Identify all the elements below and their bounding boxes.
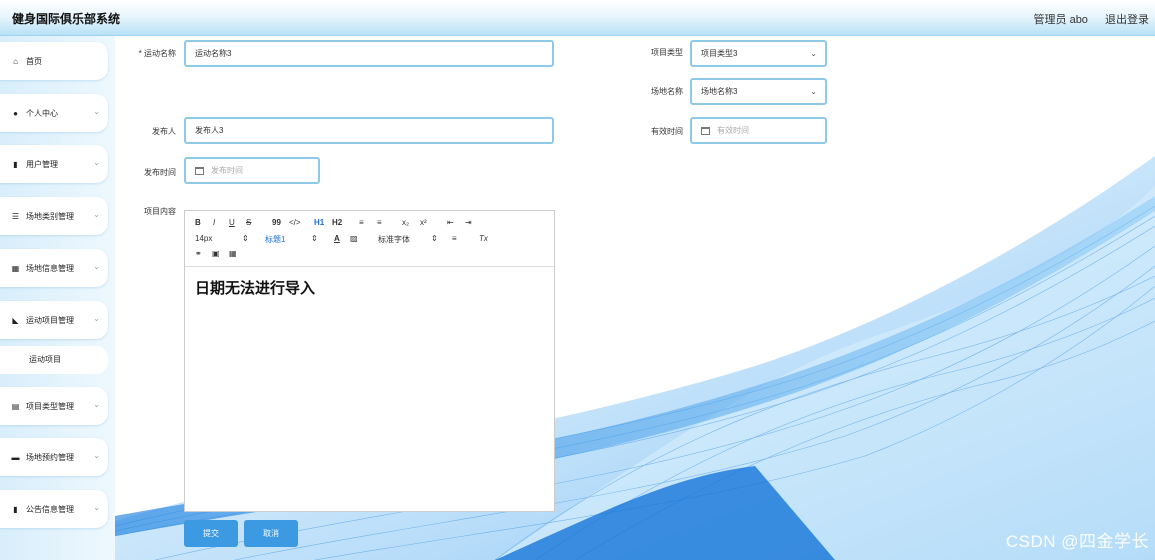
indent-left-button[interactable]: ⇤ bbox=[447, 218, 454, 227]
code-button[interactable]: </> bbox=[289, 218, 301, 227]
publish-time-picker[interactable]: 发布时间 bbox=[184, 157, 320, 184]
app-title: 健身国际俱乐部系统 bbox=[12, 12, 121, 26]
user-icon: ● bbox=[13, 108, 18, 118]
current-user: 管理员 abo bbox=[1033, 14, 1088, 26]
type-label: 项目类型 bbox=[651, 48, 683, 57]
publisher-label: 发布人 bbox=[152, 127, 176, 136]
text-color-button[interactable]: A bbox=[334, 234, 340, 243]
venue-select[interactable]: 场地名称3 ⌄ bbox=[690, 78, 827, 105]
required-mark: * bbox=[138, 49, 142, 58]
bullet-list-button[interactable]: ≡ bbox=[377, 218, 382, 227]
type-select[interactable]: 项目类型3 ⌄ bbox=[690, 40, 827, 67]
sidebar-item-label: 场地类别管理 bbox=[26, 211, 74, 221]
publisher-input[interactable]: 发布人3 bbox=[184, 117, 554, 144]
background-color-button[interactable]: ▨ bbox=[350, 234, 358, 243]
chevron-updown-icon: ⇕ bbox=[242, 234, 249, 243]
superscript-button[interactable]: x² bbox=[420, 218, 427, 227]
header-actions: 管理员 abo 退出登录 bbox=[1020, 11, 1149, 27]
indent-right-button[interactable]: ⇥ bbox=[465, 218, 472, 227]
chevron-down-icon: ⌄ bbox=[810, 87, 817, 96]
sidebar-item-label: 项目类型管理 bbox=[26, 401, 74, 411]
sidebar-item-label: 用户管理 bbox=[26, 159, 58, 169]
chevron-down-icon: ⌄ bbox=[93, 158, 100, 167]
notice-icon: ▮ bbox=[13, 504, 18, 514]
sidebar-item-label: 首页 bbox=[26, 56, 42, 66]
venue-select-value: 场地名称3 bbox=[701, 87, 738, 96]
sidebar-item-venue-info[interactable]: ▦ 场地信息管理 ⌄ bbox=[0, 249, 108, 287]
submit-button[interactable]: 提交 bbox=[184, 520, 238, 547]
sidebar-item-label: 运动项目管理 bbox=[26, 315, 74, 325]
sidebar-item-label: 公告信息管理 bbox=[26, 504, 74, 514]
align-button[interactable]: ≡ bbox=[452, 234, 457, 243]
sidebar-item-notice[interactable]: ▮ 公告信息管理 ⌄ bbox=[0, 490, 108, 528]
chevron-down-icon: ⌄ bbox=[93, 107, 100, 116]
venue-label: 场地名称 bbox=[651, 87, 683, 96]
sidebar-subitem-sport[interactable]: 运动项目 bbox=[0, 346, 108, 374]
content-label: 项目内容 bbox=[144, 207, 176, 216]
calendar-icon: ▬ bbox=[11, 452, 20, 462]
publish-time-label: 发布时间 bbox=[144, 168, 176, 177]
type-select-value: 项目类型3 bbox=[701, 49, 738, 58]
sidebar-item-label: 个人中心 bbox=[26, 108, 58, 118]
h1-button[interactable]: H1 bbox=[314, 218, 324, 227]
calendar-icon bbox=[701, 126, 710, 135]
chevron-updown-icon: ⇕ bbox=[431, 234, 438, 243]
top-bar: 健身国际俱乐部系统 管理员 abo 退出登录 bbox=[0, 0, 1155, 36]
sidebar-item-label: 场地信息管理 bbox=[26, 263, 74, 273]
chevron-down-icon: ⌄ bbox=[93, 262, 100, 271]
editor-toolbar: B I U S 99 </> H1 H2 ≡ ≡ x₂ x² ⇤ ⇥ 14px … bbox=[185, 211, 554, 267]
watermark: CSDN @四金学长 bbox=[1005, 532, 1149, 551]
sidebar: ⌂ 首页 ● 个人中心 ⌄ ▮ 用户管理 ⌄ ☰ 场地类别管理 ⌄ ▦ 场地信息… bbox=[0, 36, 115, 560]
chevron-down-icon: ⌄ bbox=[93, 400, 100, 409]
chevron-down-icon: ⌄ bbox=[93, 451, 100, 460]
heading-select[interactable]: 标题1 bbox=[265, 234, 285, 245]
font-family-select[interactable]: 标准字体 bbox=[378, 234, 410, 245]
sidebar-item-label: 场地预约管理 bbox=[26, 452, 74, 462]
subscript-button[interactable]: x₂ bbox=[402, 218, 409, 227]
sidebar-item-profile[interactable]: ● 个人中心 ⌄ bbox=[0, 94, 108, 132]
chevron-down-icon: ⌄ bbox=[810, 49, 817, 58]
users-icon: ▮ bbox=[13, 159, 18, 169]
italic-button[interactable]: I bbox=[213, 218, 215, 227]
valid-time-label: 有效时间 bbox=[651, 127, 683, 136]
sidebar-item-venue-category[interactable]: ☰ 场地类别管理 ⌄ bbox=[0, 197, 108, 235]
thumb-icon: ◣ bbox=[12, 315, 19, 325]
valid-time-picker[interactable]: 有效时间 bbox=[690, 117, 827, 144]
chevron-updown-icon: ⇕ bbox=[311, 234, 318, 243]
valid-time-placeholder: 有效时间 bbox=[717, 126, 749, 135]
home-icon: ⌂ bbox=[13, 56, 18, 66]
grid-icon: ▦ bbox=[11, 263, 20, 273]
bold-button[interactable]: B bbox=[195, 218, 201, 227]
clear-format-button[interactable]: Tx bbox=[479, 234, 488, 243]
underline-button[interactable]: U bbox=[229, 218, 235, 227]
sidebar-item-booking[interactable]: ▬ 场地预约管理 ⌄ bbox=[0, 438, 108, 476]
book-icon: ▤ bbox=[11, 401, 20, 411]
link-icon[interactable]: ⚭ bbox=[195, 249, 202, 258]
sidebar-item-type-manage[interactable]: ▤ 项目类型管理 ⌄ bbox=[0, 387, 108, 425]
publish-time-placeholder: 发布时间 bbox=[211, 166, 243, 175]
rich-text-editor[interactable]: B I U S 99 </> H1 H2 ≡ ≡ x₂ x² ⇤ ⇥ 14px … bbox=[184, 210, 555, 512]
font-size-select[interactable]: 14px bbox=[195, 234, 212, 243]
calendar-icon bbox=[195, 166, 204, 175]
sport-name-label: * 运动名称 bbox=[138, 49, 176, 58]
video-icon[interactable]: ▦ bbox=[229, 249, 237, 258]
sidebar-item-home[interactable]: ⌂ 首页 bbox=[0, 42, 108, 80]
chevron-down-icon: ⌄ bbox=[93, 314, 100, 323]
sidebar-item-users[interactable]: ▮ 用户管理 ⌄ bbox=[0, 145, 108, 183]
list-icon: ☰ bbox=[11, 211, 20, 221]
logout-link[interactable]: 退出登录 bbox=[1105, 14, 1149, 26]
image-icon[interactable]: ▣ bbox=[212, 249, 220, 258]
chevron-down-icon: ⌄ bbox=[93, 503, 100, 512]
ordered-list-button[interactable]: ≡ bbox=[359, 218, 364, 227]
h2-button[interactable]: H2 bbox=[332, 218, 342, 227]
strike-button[interactable]: S bbox=[246, 218, 251, 227]
chevron-down-icon: ⌄ bbox=[93, 210, 100, 219]
sport-name-input[interactable]: 运动名称3 bbox=[184, 40, 554, 67]
cancel-button[interactable]: 取消 bbox=[244, 520, 298, 547]
editor-content[interactable]: 日期无法进行导入 bbox=[185, 267, 554, 308]
sidebar-item-sport-manage[interactable]: ◣ 运动项目管理 ⌄ bbox=[0, 301, 108, 339]
quote-button[interactable]: 99 bbox=[272, 218, 281, 227]
